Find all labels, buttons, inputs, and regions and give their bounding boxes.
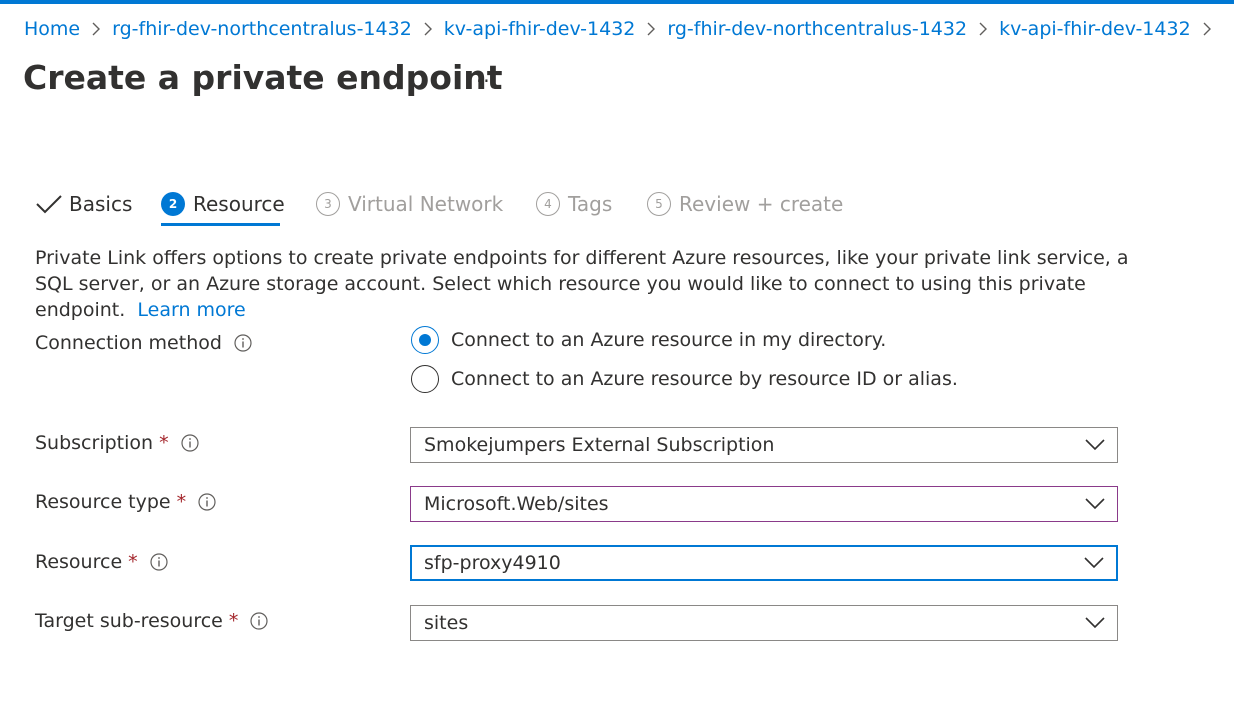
tab-virtual-network[interactable]: 3 Virtual Network <box>316 183 503 225</box>
tab-basics[interactable]: Basics <box>35 183 132 225</box>
chevron-right-icon <box>1201 22 1213 36</box>
tab-review-create-label: Review + create <box>679 192 844 216</box>
info-icon[interactable] <box>250 612 268 630</box>
chevron-right-icon <box>977 22 989 36</box>
step-number-badge: 2 <box>161 192 185 216</box>
required-asterisk: * <box>128 551 138 573</box>
resource-value: sfp-proxy4910 <box>424 552 561 574</box>
info-icon[interactable] <box>150 553 168 571</box>
chevron-down-icon <box>1085 439 1105 451</box>
chevron-right-icon <box>422 22 434 36</box>
step-number-badge: 5 <box>647 192 671 216</box>
top-accent-bar <box>0 0 1234 4</box>
info-icon[interactable] <box>198 493 216 511</box>
resource-type-label: Resource type <box>35 491 171 513</box>
page-title: Create a private endpoint <box>23 58 503 97</box>
active-tab-indicator <box>161 223 280 226</box>
radio-option-directory[interactable]: Connect to an Azure resource in my direc… <box>411 326 886 354</box>
resource-type-label-row: Resource type * <box>35 491 216 513</box>
description-text: Private Link offers options to create pr… <box>35 245 1155 323</box>
tab-resource[interactable]: 2 Resource <box>161 183 285 225</box>
radio-option-directory-label: Connect to an Azure resource in my direc… <box>451 329 887 351</box>
learn-more-link[interactable]: Learn more <box>137 299 245 321</box>
resource-type-value: Microsoft.Web/sites <box>424 493 609 515</box>
required-asterisk: * <box>176 491 187 513</box>
tab-basics-label: Basics <box>69 192 133 216</box>
chevron-down-icon <box>1085 498 1105 510</box>
target-sub-resource-value: sites <box>424 612 469 634</box>
connection-method-label: Connection method <box>35 332 222 354</box>
resource-label-row: Resource * <box>35 551 168 573</box>
more-options-button[interactable]: ··· <box>474 66 500 96</box>
step-number-badge: 4 <box>536 192 560 216</box>
breadcrumb-resource-group-2[interactable]: rg-fhir-dev-northcentralus-1432 <box>667 18 967 40</box>
required-asterisk: * <box>159 432 169 454</box>
required-asterisk: * <box>228 610 239 632</box>
checkmark-icon <box>36 195 62 214</box>
resource-type-dropdown[interactable]: Microsoft.Web/sites <box>410 486 1118 522</box>
target-sub-resource-label: Target sub-resource <box>35 610 223 632</box>
breadcrumb-resource-group[interactable]: rg-fhir-dev-northcentralus-1432 <box>112 18 412 40</box>
radio-option-resource-id[interactable]: Connect to an Azure resource by resource… <box>411 365 958 393</box>
breadcrumb-home[interactable]: Home <box>24 18 80 40</box>
chevron-down-icon <box>1085 617 1105 629</box>
tab-tags[interactable]: 4 Tags <box>536 183 612 225</box>
breadcrumb: Home rg-fhir-dev-northcentralus-1432 kv-… <box>24 18 1223 40</box>
tab-virtual-network-label: Virtual Network <box>348 192 504 216</box>
chevron-right-icon <box>645 22 657 36</box>
target-sub-resource-dropdown[interactable]: sites <box>410 605 1118 641</box>
wizard-tabs: Basics 2 Resource 3 Virtual Network 4 Ta… <box>35 183 935 229</box>
resource-dropdown[interactable]: sfp-proxy4910 <box>410 545 1118 581</box>
tab-tags-label: Tags <box>568 192 613 216</box>
radio-button-checked[interactable] <box>411 326 439 354</box>
chevron-down-icon <box>1084 557 1104 569</box>
breadcrumb-key-vault[interactable]: kv-api-fhir-dev-1432 <box>444 18 636 40</box>
info-icon[interactable] <box>234 334 252 352</box>
radio-button-unchecked[interactable] <box>411 365 439 393</box>
breadcrumb-key-vault-2[interactable]: kv-api-fhir-dev-1432 <box>999 18 1191 40</box>
connection-method-label-row: Connection method <box>35 332 252 354</box>
step-number-badge: 3 <box>316 192 340 216</box>
subscription-label-row: Subscription * <box>35 432 199 454</box>
chevron-right-icon <box>90 22 102 36</box>
resource-label: Resource <box>35 551 123 573</box>
tab-review-create[interactable]: 5 Review + create <box>647 183 843 225</box>
info-icon[interactable] <box>180 434 199 452</box>
subscription-dropdown[interactable]: Smokejumpers External Subscription <box>410 427 1118 463</box>
target-sub-resource-label-row: Target sub-resource * <box>35 610 268 632</box>
tab-resource-label: Resource <box>193 192 285 216</box>
subscription-value: Smokejumpers External Subscription <box>424 434 775 456</box>
radio-option-resource-id-label: Connect to an Azure resource by resource… <box>451 368 958 390</box>
subscription-label: Subscription <box>35 432 154 454</box>
